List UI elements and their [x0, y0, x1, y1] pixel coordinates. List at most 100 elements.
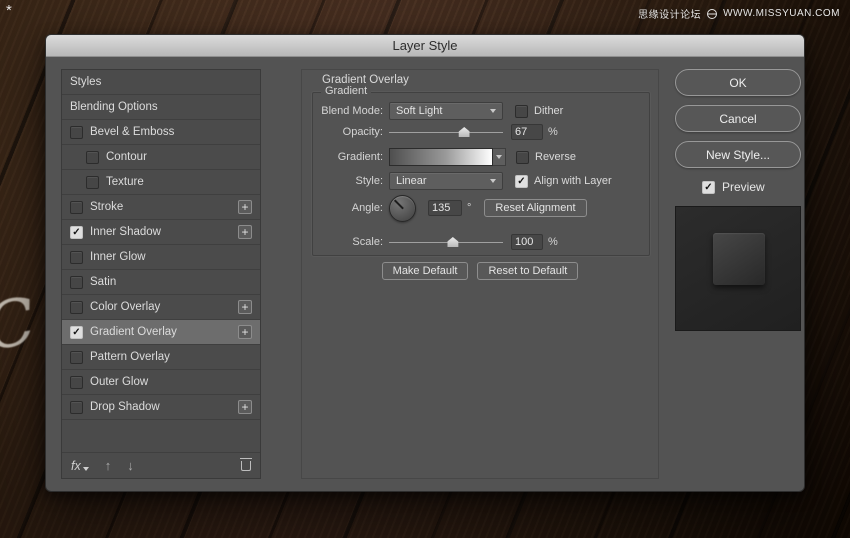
style-enable-checkbox[interactable] [70, 275, 83, 289]
style-enable-checkbox[interactable] [70, 400, 83, 414]
duplicate-effect-button plus-icon[interactable]: + [238, 300, 252, 314]
scale-unit: % [548, 236, 558, 248]
reverse-checkbox[interactable] [516, 150, 529, 164]
align-with-layer-checkbox[interactable]: ✓ [515, 174, 528, 188]
reset-alignment-button[interactable]: Reset Alignment [484, 199, 587, 217]
style-enable-checkbox[interactable] [70, 300, 83, 314]
sidebar-item-contour[interactable]: Contour [62, 145, 260, 170]
sidebar-item-label: Color Overlay [90, 301, 161, 313]
blend-mode-row: Blend Mode: Soft Light Dither [319, 102, 643, 120]
make-default-button[interactable]: Make Default [381, 262, 469, 280]
globe-icon [707, 8, 718, 19]
style-enable-checkbox[interactable] [86, 150, 99, 164]
blend-mode-select[interactable]: Soft Light [389, 102, 503, 120]
sidebar-item-blending-options[interactable]: Blending Options [62, 95, 260, 120]
fx-label: fx [71, 458, 81, 473]
sidebar-item-gradient-overlay[interactable]: ✓ Gradient Overlay + [62, 320, 260, 345]
delete-effect-button trash-icon[interactable] [240, 457, 252, 471]
duplicate-effect-button plus-icon[interactable]: + [238, 325, 252, 339]
opacity-input[interactable]: 67 [511, 124, 543, 140]
scale-input[interactable]: 100 [511, 234, 543, 250]
slider-track [389, 242, 503, 243]
sidebar-item-stroke[interactable]: Stroke + [62, 195, 260, 220]
group-label: Gradient [321, 85, 372, 97]
style-enable-checkbox[interactable]: ✓ [70, 225, 83, 239]
move-effect-up-button[interactable]: ↑ [105, 458, 112, 473]
preview-label: Preview [722, 180, 765, 194]
gradient-row: Gradient: Reverse [319, 148, 643, 166]
slider-thumb[interactable] [447, 237, 459, 247]
style-enable-checkbox[interactable] [70, 250, 83, 264]
style-select[interactable]: Linear [389, 172, 503, 190]
style-value: Linear [396, 175, 427, 187]
scale-slider[interactable] [389, 234, 503, 250]
gradient-picker-button[interactable] [493, 148, 506, 166]
layer-preview-thumbnail [675, 206, 801, 331]
dialog-title: Layer Style [392, 38, 458, 53]
sidebar-item-texture[interactable]: Texture [62, 170, 260, 195]
style-label: Style: [355, 175, 383, 187]
gradient-swatch[interactable] [389, 148, 493, 166]
slider-thumb[interactable] [458, 127, 470, 137]
angle-label: Angle: [351, 202, 383, 214]
new-style-button[interactable]: New Style... [675, 141, 801, 168]
reset-to-default-button[interactable]: Reset to Default [477, 262, 579, 280]
preview-square [713, 233, 765, 285]
style-row: Style: Linear ✓ Align with Layer [319, 172, 643, 190]
styles-list: Styles Blending Options Bevel & Emboss Cont… [62, 70, 260, 420]
layer-style-dialog: Layer Style Styles Blending Options Bevel … [45, 34, 805, 492]
angle-dial[interactable] [389, 194, 416, 222]
opacity-row: Opacity: 67 % [319, 124, 643, 140]
sidebar-item-bevel-emboss[interactable]: Bevel & Emboss [62, 120, 260, 145]
scale-label: Scale: [352, 236, 383, 248]
sidebar-item-drop-shadow[interactable]: Drop Shadow + [62, 395, 260, 420]
angle-needle[interactable] [393, 199, 404, 210]
reverse-option: Reverse [516, 150, 576, 164]
sidebar-item-outer-glow[interactable]: Outer Glow [62, 370, 260, 395]
dialog-titlebar: Layer Style [46, 35, 804, 57]
defaults-button-row: Make Default Reset to Default [302, 262, 658, 280]
sidebar-item-label: Texture [106, 176, 144, 188]
duplicate-effect-button plus-icon[interactable]: + [238, 225, 252, 239]
chevron-down-icon [82, 466, 89, 471]
preview-checkbox[interactable]: ✓ [702, 180, 715, 194]
sidebar-item-label: Inner Glow [90, 251, 146, 263]
dither-option: Dither [515, 104, 564, 118]
angle-input[interactable]: 135 [428, 200, 462, 216]
duplicate-effect-button plus-icon[interactable]: + [238, 400, 252, 414]
ok-button[interactable]: OK [675, 69, 801, 96]
style-enable-checkbox[interactable] [70, 200, 83, 214]
style-enable-checkbox[interactable]: ✓ [70, 325, 83, 339]
sidebar-item-label: Bevel & Emboss [90, 126, 175, 138]
blend-mode-value: Soft Light [396, 105, 443, 117]
gradient-overlay-panel: Gradient Overlay Gradient Blend Mode: So… [301, 69, 659, 479]
reverse-label: Reverse [535, 151, 576, 163]
move-effect-down-button[interactable]: ↓ [127, 458, 134, 473]
style-enable-checkbox[interactable] [70, 125, 83, 139]
sidebar-item-label: Drop Shadow [90, 401, 160, 413]
sidebar-item-label: Stroke [90, 201, 124, 213]
opacity-slider[interactable] [389, 124, 503, 140]
style-enable-checkbox[interactable] [86, 175, 99, 189]
preview-option: ✓ Preview [702, 180, 765, 194]
sidebar-item-inner-shadow[interactable]: ✓ Inner Shadow + [62, 220, 260, 245]
align-with-layer-option: ✓ Align with Layer [515, 174, 612, 188]
style-enable-checkbox[interactable] [70, 375, 83, 389]
sidebar-item-label: Outer Glow [90, 376, 149, 388]
dither-checkbox[interactable] [515, 104, 528, 118]
align-with-layer-label: Align with Layer [534, 175, 612, 187]
style-enable-checkbox[interactable] [70, 350, 83, 364]
sidebar-item-satin[interactable]: Satin [62, 270, 260, 295]
sidebar-item-inner-glow[interactable]: Inner Glow [62, 245, 260, 270]
cancel-button[interactable]: Cancel [675, 105, 801, 132]
sidebar-item-styles[interactable]: Styles [62, 70, 260, 95]
fx-menu-button[interactable]: fx [71, 459, 89, 473]
sidebar-item-pattern-overlay[interactable]: Pattern Overlay [62, 345, 260, 370]
scale-row: Scale: 100 % [319, 234, 643, 250]
sidebar-item-color-overlay[interactable]: Color Overlay + [62, 295, 260, 320]
duplicate-effect-button plus-icon[interactable]: + [238, 200, 252, 214]
watermark-cn-text: 思缘设计论坛 [638, 10, 702, 21]
chevron-down-icon [490, 109, 496, 113]
desktop: { "background": { "corner_mark": "*", "w… [0, 0, 850, 538]
dither-label: Dither [534, 105, 564, 117]
